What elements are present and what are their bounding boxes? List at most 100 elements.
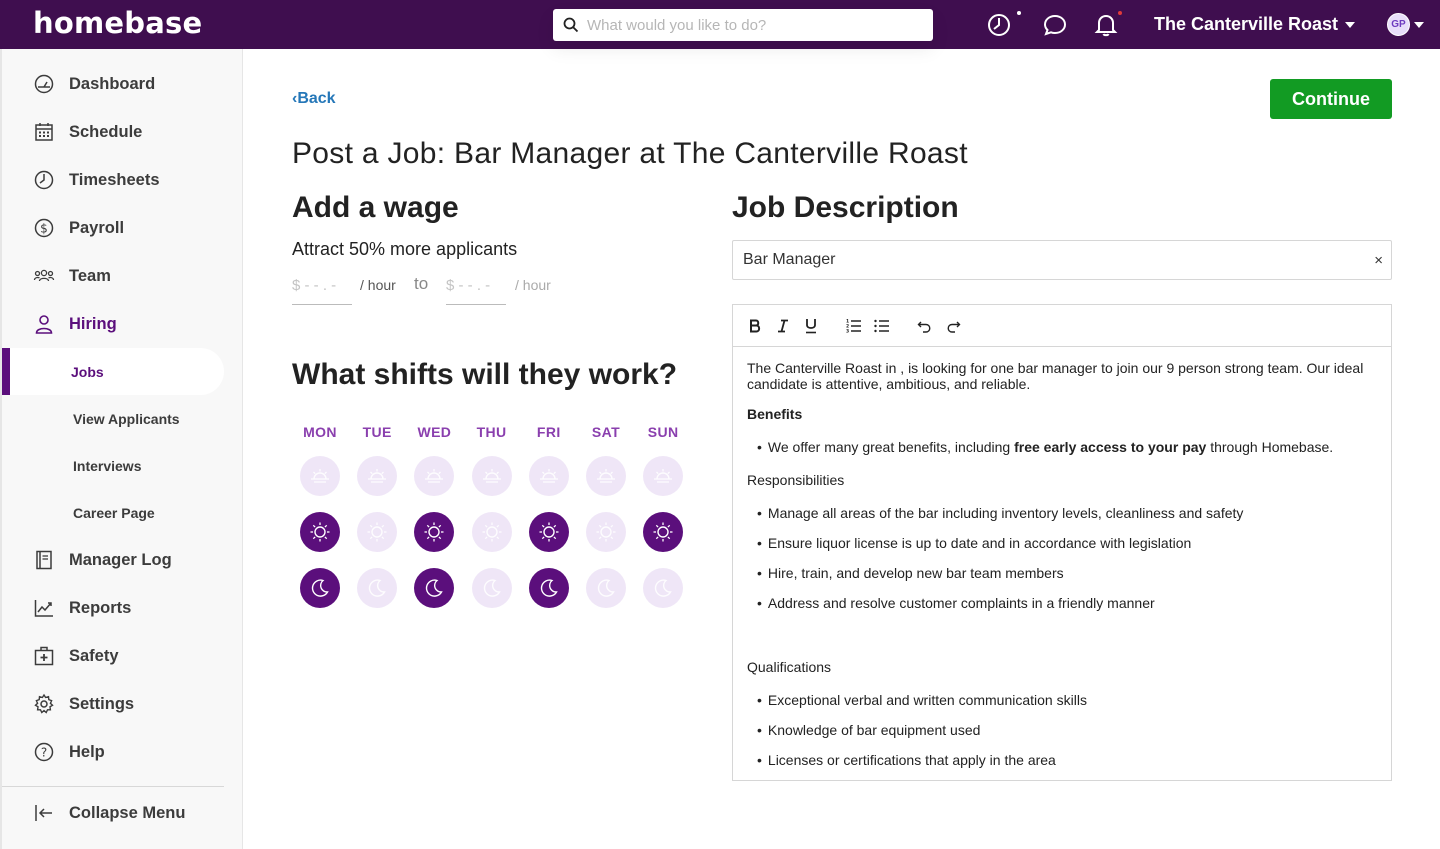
job-title-input[interactable]: [743, 251, 1353, 269]
sidebar-item-dashboard[interactable]: Dashboard: [2, 60, 243, 108]
shift-morning-wed-toggle[interactable]: [414, 456, 455, 496]
moon-icon: [423, 577, 445, 599]
shift-morning-sun-toggle[interactable]: [643, 456, 684, 496]
moon-icon: [309, 577, 331, 599]
underline-icon[interactable]: [801, 316, 821, 336]
qualification-item: Licenses or certifications that apply in…: [757, 752, 1056, 768]
benefits-heading: Benefits: [747, 406, 803, 422]
sidebar-item-team[interactable]: Team: [2, 252, 243, 300]
sidebar-item-reports[interactable]: Reports: [2, 584, 243, 632]
shift-morning-tue-toggle[interactable]: [357, 456, 398, 496]
redo-icon[interactable]: [943, 316, 963, 336]
collapse-menu-button[interactable]: Collapse Menu: [2, 789, 243, 837]
shift-night-thu-toggle[interactable]: [471, 568, 512, 608]
shift-day-tue-toggle[interactable]: [357, 512, 398, 552]
italic-icon[interactable]: [773, 316, 793, 336]
max-wage-input[interactable]: $ - - . -: [446, 272, 506, 305]
benefit-item: We offer many great benefits, including …: [757, 439, 1333, 455]
sidebar-item-payroll[interactable]: $ Payroll: [2, 204, 243, 252]
reports-icon: [33, 597, 55, 619]
sidebar-item-label: Timesheets: [69, 170, 160, 189]
sidebar-item-manager-log[interactable]: Manager Log: [2, 536, 243, 584]
shift-night-mon-toggle[interactable]: [300, 568, 340, 608]
max-wage-unit: / hour: [515, 277, 551, 293]
bell-icon[interactable]: [1093, 12, 1119, 38]
add-wage-heading: Add a wage: [292, 191, 459, 224]
sunrise-icon: [538, 465, 560, 487]
benefit-highlight: free early access to your pay: [1014, 439, 1207, 455]
shift-morning-sat-toggle[interactable]: [586, 456, 626, 496]
shift-day-sat-toggle[interactable]: [586, 512, 626, 552]
sunrise-icon: [481, 465, 503, 487]
description-editor[interactable]: 123 The Canterville Roast in , is lookin…: [732, 304, 1392, 781]
avatar[interactable]: GP: [1387, 13, 1410, 36]
moon-icon: [538, 577, 560, 599]
sidebar-subitem-view-applicants[interactable]: View Applicants: [2, 395, 224, 442]
svg-text:?: ?: [41, 746, 47, 760]
location-name: The Canterville Roast: [1154, 14, 1339, 34]
job-title-field[interactable]: ×: [732, 240, 1392, 280]
time-clock-icon[interactable]: [986, 12, 1012, 38]
sidebar-item-label: Payroll: [69, 218, 125, 237]
day-label: TUE: [362, 424, 392, 440]
sidebar-item-timesheets[interactable]: Timesheets: [2, 156, 243, 204]
chat-icon[interactable]: [1042, 12, 1068, 38]
day-label: MON: [303, 424, 337, 440]
shift-night-wed-toggle[interactable]: [414, 568, 455, 608]
top-bar: homebase The Canterville Roast GP: [0, 0, 1440, 49]
undo-icon[interactable]: [915, 316, 935, 336]
shift-morning-thu-toggle[interactable]: [471, 456, 512, 496]
search-input[interactable]: [587, 16, 917, 34]
ordered-list-icon[interactable]: 123: [844, 316, 864, 336]
sidebar-item-safety[interactable]: Safety: [2, 632, 243, 680]
min-wage-unit: / hour: [360, 277, 396, 293]
shift-morning-mon-toggle[interactable]: [300, 456, 340, 496]
location-selector[interactable]: The Canterville Roast: [1154, 14, 1356, 35]
clear-icon[interactable]: ×: [1374, 252, 1383, 269]
sunrise-icon: [366, 465, 388, 487]
dollar-icon: $: [33, 217, 55, 239]
sidebar-item-label: Schedule: [69, 122, 143, 141]
shift-day-thu-toggle[interactable]: [471, 512, 512, 552]
svg-text:3: 3: [846, 329, 849, 333]
sun-icon: [366, 521, 388, 543]
sidebar-item-label: Manager Log: [69, 550, 172, 569]
search-box[interactable]: [553, 9, 933, 41]
sun-icon: [595, 521, 617, 543]
sidebar-item-label: Team: [69, 266, 111, 285]
sidebar-item-schedule[interactable]: Schedule: [2, 108, 243, 156]
search-icon: [563, 17, 579, 33]
homebase-logo[interactable]: homebase: [33, 6, 202, 40]
bullet-list-icon[interactable]: [872, 316, 892, 336]
qualification-item: Exceptional verbal and written communica…: [757, 692, 1087, 708]
shift-day-wed-toggle[interactable]: [414, 512, 455, 552]
shift-night-fri-toggle[interactable]: [528, 568, 569, 608]
responsibility-item: Ensure liquor license is up to date and …: [757, 535, 1191, 551]
wage-subtitle: Attract 50% more applicants: [292, 239, 518, 259]
shift-morning-fri-toggle[interactable]: [528, 456, 569, 496]
sidebar-item-settings[interactable]: Settings: [2, 680, 243, 728]
moon-icon: [366, 577, 388, 599]
time-clock-dot: [1017, 11, 1021, 15]
shift-day-sun-toggle[interactable]: [643, 512, 684, 552]
sidebar-item-help[interactable]: ? Help: [2, 728, 243, 776]
min-wage-input[interactable]: $ - - . -: [292, 272, 352, 305]
shift-day-mon-toggle[interactable]: [300, 512, 340, 552]
avatar-chevron-down-icon[interactable]: [1414, 22, 1424, 28]
shift-night-sun-toggle[interactable]: [643, 568, 684, 608]
sidebar-subitem-interviews[interactable]: Interviews: [2, 442, 224, 489]
sidebar-item-label: Safety: [69, 646, 119, 665]
sunrise-icon: [309, 465, 331, 487]
sidebar-subitem-career-page[interactable]: Career Page: [2, 489, 224, 536]
sidebar-subitem-jobs[interactable]: Jobs: [2, 348, 224, 395]
back-link[interactable]: ‹Back: [292, 90, 336, 108]
help-icon: ?: [33, 741, 55, 763]
bold-icon[interactable]: [745, 316, 765, 336]
sidebar-divider: [2, 786, 224, 787]
sun-icon: [309, 521, 331, 543]
sidebar-item-hiring[interactable]: Hiring: [2, 300, 243, 348]
continue-button[interactable]: Continue: [1270, 79, 1392, 119]
shift-day-fri-toggle[interactable]: [528, 512, 569, 552]
shift-night-tue-toggle[interactable]: [357, 568, 398, 608]
shift-night-sat-toggle[interactable]: [586, 568, 626, 608]
